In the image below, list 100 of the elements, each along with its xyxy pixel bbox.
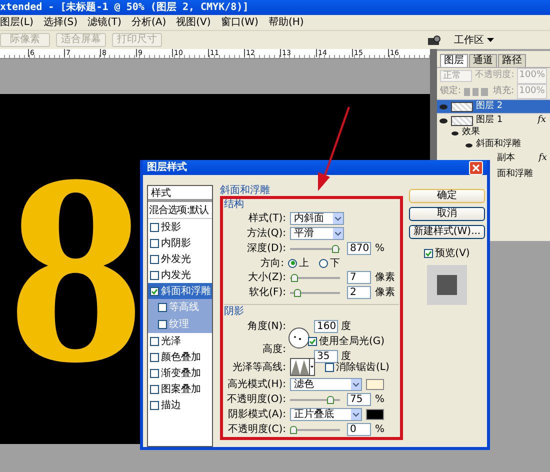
panel-tab[interactable]: 通道 [469,54,497,67]
field-label: 大小(Z): [246,270,286,285]
value-field[interactable]: 7 [347,271,371,284]
unit-label: 度 [341,320,351,334]
preview-swatch [437,275,457,295]
field-label: 方向: [260,256,284,270]
radio-button[interactable] [319,258,328,268]
camera-icon[interactable] [428,34,442,46]
style-item[interactable]: 渐变叠加 [148,365,212,381]
slider-thumb[interactable] [294,288,302,296]
style-item[interactable]: 混合选项:默认 [148,202,212,219]
layer-name: 图层 2 [476,100,503,113]
color-swatch[interactable] [366,379,384,390]
checkbox[interactable] [424,249,434,258]
value-field[interactable]: 35 [314,350,338,363]
field-label: 角度(N): [247,320,286,334]
menu-item[interactable]: 视图(V) [176,15,211,30]
dialog-title: 图层样式 [147,160,187,175]
style-item[interactable]: 描边 [148,397,212,413]
slider-thumb[interactable] [332,244,339,252]
style-item[interactable]: 外发光 [148,251,212,267]
menu-item[interactable]: 选择(S) [43,15,78,30]
dropdown[interactable]: 正片叠底 [290,408,362,421]
value-field[interactable]: 870 [347,242,371,255]
field-label: 深度(D): [246,242,286,256]
layer-name: 副本 [497,152,515,166]
field-label: 高光模式(H): [226,378,286,392]
slider-thumb[interactable] [290,426,297,434]
value-field[interactable]: 2 [347,286,371,299]
radio-button[interactable] [288,258,297,268]
contour-picker-icon[interactable] [290,358,315,376]
checkbox[interactable] [308,337,317,346]
opacity-label: 不透明度: [475,69,514,82]
dialog-button[interactable]: 取消 [409,207,485,221]
fx-icon: fx [538,152,547,166]
menu-item[interactable]: 图层(L) [0,15,34,30]
style-checkbox[interactable] [150,254,159,264]
radio-label: 下 [330,256,340,270]
field-label: 不透明度(O): [226,392,286,407]
dropdown[interactable]: 滤色 [290,378,362,391]
menu-item[interactable]: 滤镜(T) [88,15,122,30]
effects-label: 效果 [462,126,480,138]
dialog-button[interactable]: 确定 [409,189,485,203]
style-checkbox[interactable] [150,368,159,378]
slider-thumb[interactable] [290,274,298,282]
style-item[interactable]: 图案叠加 [148,381,212,397]
value-field[interactable]: 0 [347,423,371,436]
layer-name: 图层 1 [476,114,503,127]
unit-label: 度 [341,350,351,362]
style-item[interactable]: 斜面和浮雕 [148,283,212,299]
fx-icon: fx [538,114,548,128]
menu-item[interactable]: 帮助(H) [268,15,304,30]
caret-icon [333,213,343,224]
panel-tab[interactable]: 路径 [498,54,526,67]
style-checkbox[interactable] [150,270,159,280]
panel-tab[interactable]: 图层 [440,54,468,67]
color-swatch[interactable] [366,409,384,420]
style-item[interactable]: 内阴影 [148,235,212,251]
caret-icon[interactable] [487,38,494,42]
fill-label: 填充: [493,84,514,98]
checkbox-label: 消除锯齿(L) [336,360,390,374]
dropdown[interactable]: 平滑 [290,227,344,240]
canvas-glyph: 8 [8,133,144,405]
list-header: 样式 [148,186,212,202]
style-checkbox[interactable] [150,384,159,394]
dialog-button[interactable]: 新建样式(W)... [409,225,485,239]
style-item[interactable]: 光泽 [148,333,212,349]
workspace-menu[interactable]: 工作区 [454,32,484,48]
value-field[interactable]: 160 [314,320,338,333]
dropdown[interactable]: 内斜面 [290,212,344,225]
value-field[interactable]: 75 [347,393,371,406]
style-checkbox[interactable] [150,286,159,296]
layer-row[interactable]: 图层 2 [437,99,550,113]
group-title: 斜面和浮雕 [219,185,271,196]
field-label: 高度: [262,342,286,357]
field-label: 样式(T): [248,212,286,226]
style-checkbox[interactable] [150,400,159,410]
style-item[interactable]: 内发光 [148,267,212,283]
unit-label: % [375,393,385,407]
style-checkbox[interactable] [150,336,159,346]
field-label: 阴影模式(A): [226,408,286,422]
style-checkbox[interactable] [150,352,159,362]
style-checkbox[interactable] [158,303,167,312]
menu-item[interactable]: 分析(A) [131,15,166,30]
effect-name: 斜面和浮雕 [476,138,521,152]
angle-dial-icon[interactable] [288,327,310,349]
menu-item[interactable]: 窗口(W) [220,15,258,30]
field-label: 方法(Q): [246,226,286,241]
style-item[interactable]: 投影 [148,219,212,235]
layer-row[interactable]: 图层 1 fx [437,113,550,127]
style-checkbox[interactable] [150,222,159,232]
style-checkbox[interactable] [150,238,159,248]
style-item[interactable]: 颜色叠加 [148,349,212,365]
style-checkbox[interactable] [158,320,167,329]
caret-icon [351,409,361,420]
close-button[interactable] [469,160,483,174]
caret-icon [333,228,343,239]
unit-label: % [375,423,385,437]
field-label: 光泽等高线: [232,360,286,374]
slider-thumb[interactable] [326,396,334,404]
